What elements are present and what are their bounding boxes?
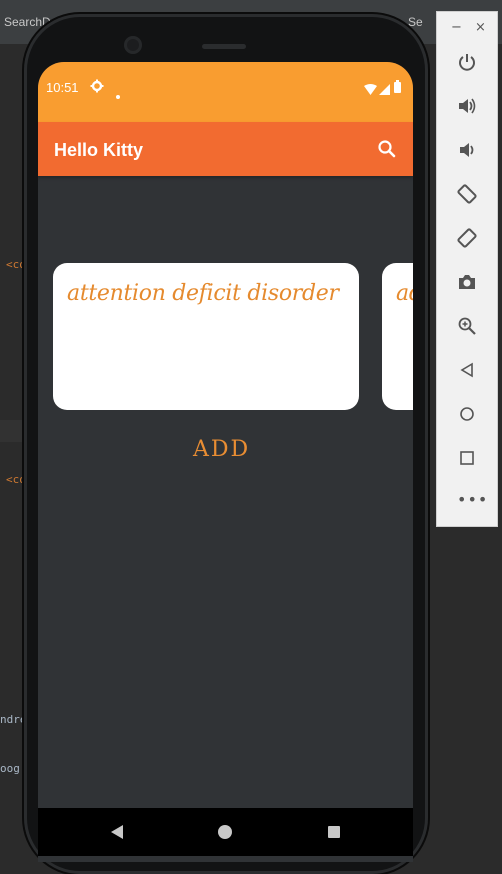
ide-code-fragment: ndre [0, 713, 27, 726]
volume-up-icon[interactable] [455, 94, 479, 118]
settings-icon [90, 78, 104, 97]
ide-code-fragment: <co [6, 473, 26, 486]
home-icon[interactable] [218, 825, 232, 839]
earpiece-speaker [202, 44, 246, 49]
app-bar: Hello Kitty [38, 122, 413, 176]
ide-code-fragment: <co [6, 258, 26, 271]
add-button[interactable]: ADD [193, 437, 250, 462]
ide-tab-right[interactable]: Se [408, 15, 423, 29]
card-item[interactable]: attention deficit disorder [53, 263, 359, 410]
minimize-button[interactable]: − [451, 20, 462, 35]
navigation-bar [38, 808, 413, 856]
camera-icon[interactable] [455, 270, 479, 294]
volume-down-icon[interactable] [455, 138, 479, 162]
emulator-titlebar: − × [437, 12, 499, 42]
status-bar: 10:51 [38, 62, 413, 122]
cellular-signal-icon [379, 80, 390, 99]
status-time: 10:51 [46, 80, 79, 95]
overview-icon[interactable] [455, 446, 479, 470]
back-icon[interactable] [455, 358, 479, 382]
emulator-control-panel: − × ••• [436, 11, 498, 527]
recent-apps-icon[interactable] [328, 826, 340, 838]
rotate-right-icon[interactable] [455, 226, 479, 250]
rotate-left-icon[interactable] [455, 182, 479, 206]
notification-dot-icon [116, 84, 120, 103]
search-icon[interactable] [374, 136, 400, 162]
card-item[interactable]: ad [382, 263, 413, 410]
close-button[interactable]: × [475, 20, 486, 35]
power-icon[interactable] [455, 50, 479, 74]
home-icon[interactable] [455, 402, 479, 426]
phone-screen: 10:51 Hello Kitty attention deficit diso… [38, 62, 413, 862]
ide-code-fragment: oog [0, 762, 20, 775]
card-text: attention deficit disorder [67, 281, 339, 306]
card-text: ad [396, 281, 413, 306]
front-camera [124, 36, 142, 54]
app-title: Hello Kitty [54, 140, 144, 160]
zoom-icon[interactable] [455, 314, 479, 338]
back-icon[interactable] [110, 824, 124, 844]
wifi-icon [364, 80, 377, 99]
battery-icon [394, 78, 401, 97]
more-icon[interactable]: ••• [457, 490, 488, 509]
